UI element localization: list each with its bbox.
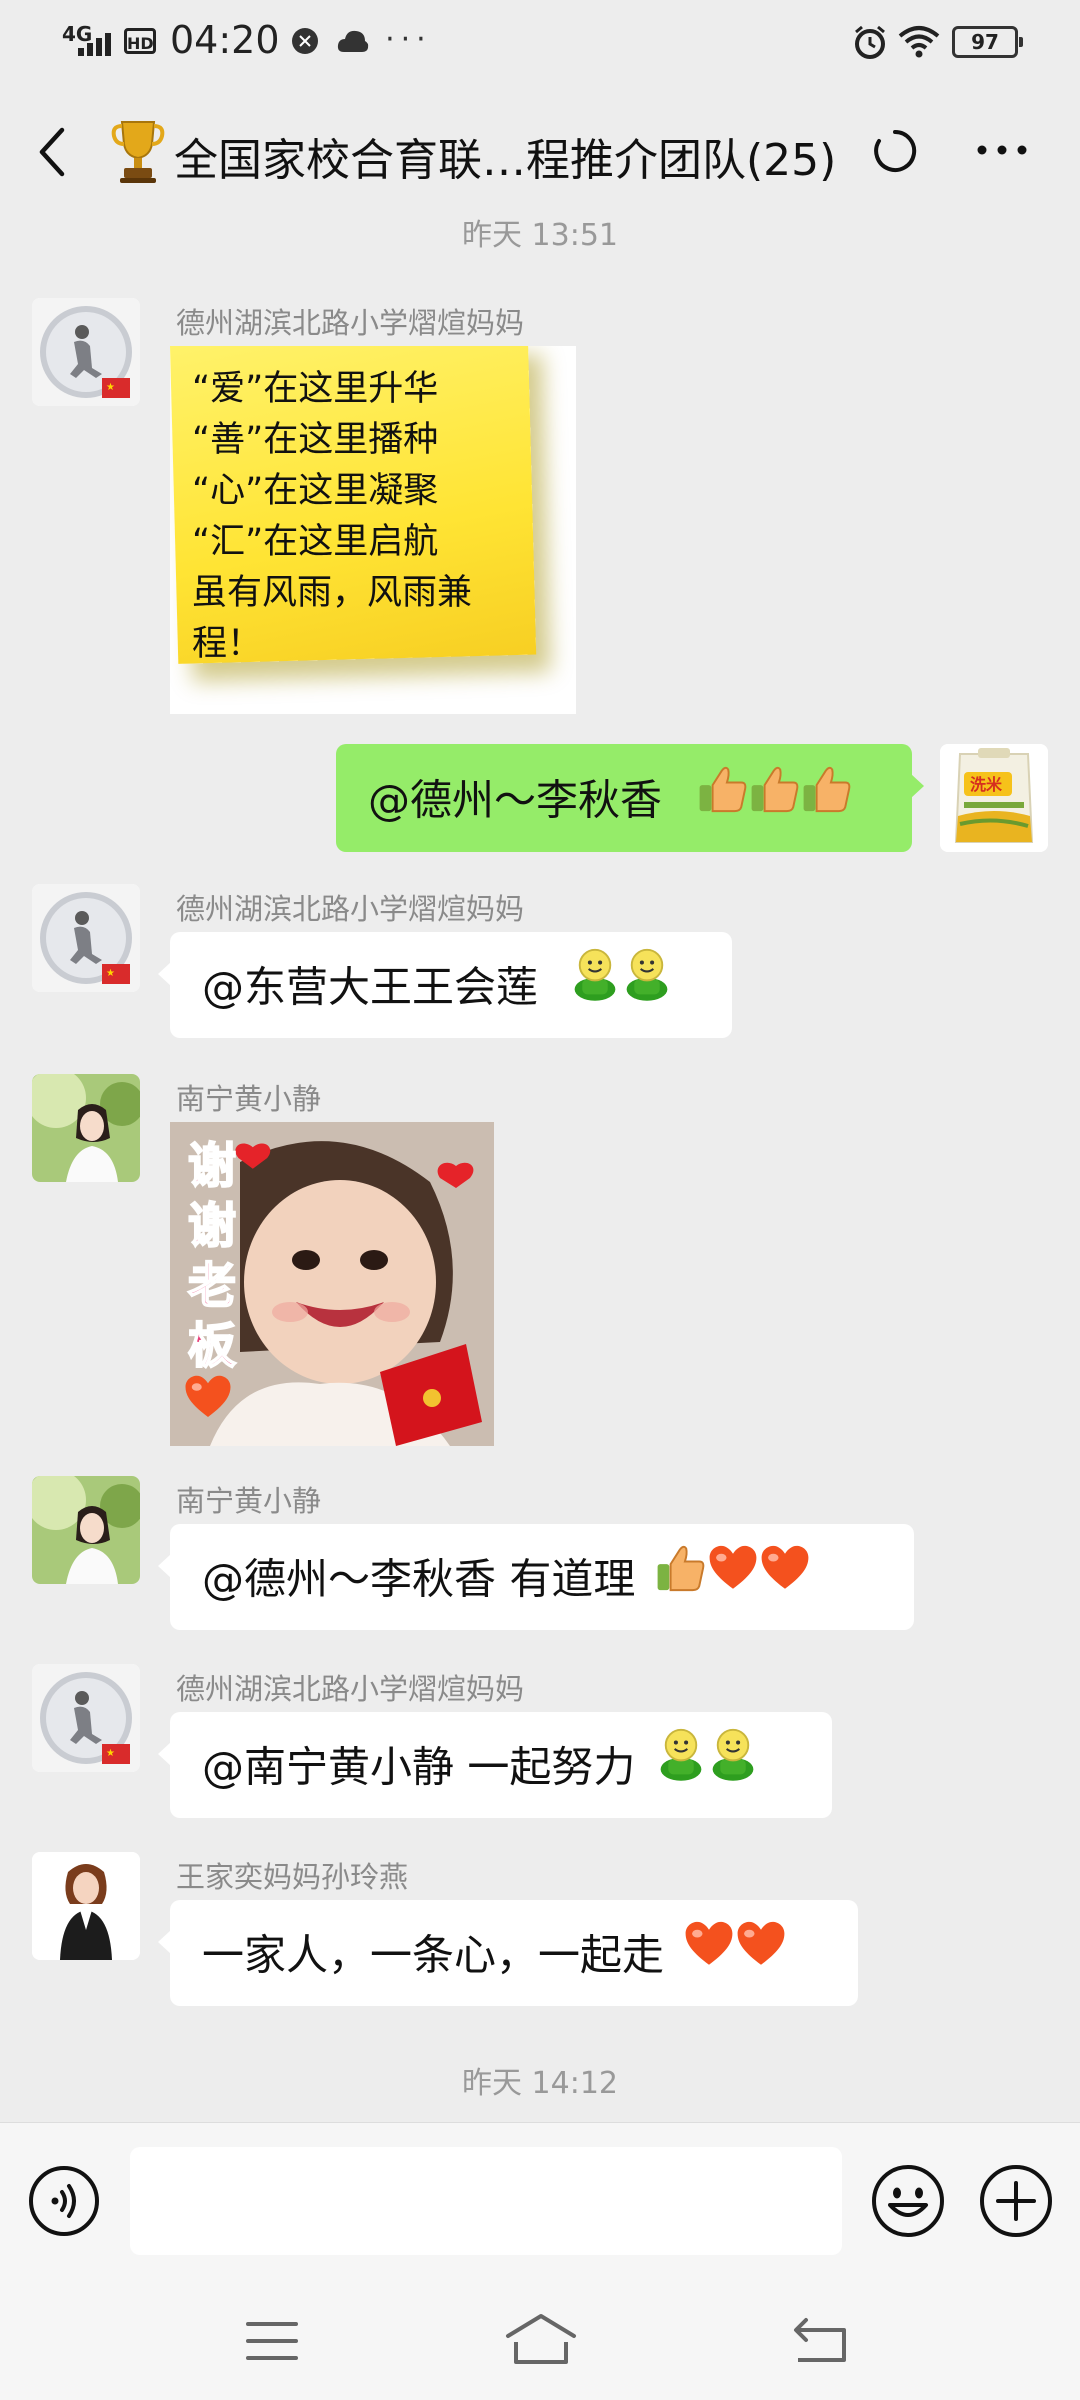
chevron-left-icon[interactable] bbox=[28, 122, 78, 182]
sender-name: 王家奕妈妈孙玲燕 bbox=[176, 1860, 409, 1894]
green-smiley-emojis bbox=[569, 935, 673, 1041]
sticker-char: 谢 bbox=[187, 1137, 237, 1195]
sticky-line: 虽有风雨，风雨兼 bbox=[192, 573, 473, 613]
svg-text:★: ★ bbox=[106, 1748, 115, 1759]
message-text: @东营大王王会莲 bbox=[202, 962, 539, 1012]
avatar[interactable]: ★ bbox=[32, 1664, 140, 1772]
avatar-image: ★ bbox=[32, 1664, 140, 1772]
system-nav-bar bbox=[0, 2282, 1080, 2400]
avatar[interactable] bbox=[32, 1852, 140, 1960]
menu-icon[interactable] bbox=[244, 2318, 300, 2364]
message-bubble-self[interactable]: @德州～李秋香 bbox=[336, 744, 924, 855]
thumbs-up-emojis bbox=[697, 747, 853, 855]
message-text: @南宁黄小静 一起努力 bbox=[202, 1742, 636, 1792]
message-bubble[interactable]: @德州～李秋香 有道理 bbox=[158, 1524, 914, 1633]
more-status-dots: ··· bbox=[385, 22, 432, 57]
back-arrow-icon[interactable] bbox=[792, 2314, 850, 2364]
sender-name: 南宁黄小静 bbox=[176, 1484, 322, 1518]
nfc-icon bbox=[292, 27, 318, 54]
avatar-image: ★ bbox=[32, 298, 140, 406]
sticky-note-text: “爱”在这里升华 “善”在这里播种 “心”在这里凝聚 “汇”在这里启航 虽有风雨… bbox=[192, 364, 472, 670]
cloud-icon bbox=[337, 30, 368, 52]
message-input-bar bbox=[0, 2122, 1080, 2283]
hd-badge: HD bbox=[124, 28, 156, 54]
message-input[interactable] bbox=[130, 2147, 842, 2255]
sticky-note-sticker[interactable]: “爱”在这里升华 “善”在这里播种 “心”在这里凝聚 “汇”在这里启航 虽有风雨… bbox=[170, 346, 576, 714]
message-bubble[interactable]: @南宁黄小静 一起努力 bbox=[158, 1712, 832, 1821]
avatar[interactable]: ★ bbox=[32, 298, 140, 406]
wifi-icon bbox=[898, 26, 940, 58]
page-title[interactable]: 全国家校合育联…程推介团队(25) bbox=[174, 124, 836, 188]
sticker-char: 谢 bbox=[187, 1197, 237, 1255]
message-text: @德州～李秋香 bbox=[368, 775, 663, 825]
more-dots-icon[interactable] bbox=[972, 130, 1032, 170]
timestamp: 昨天 13:51 bbox=[462, 218, 618, 253]
sticky-line: “善”在这里播种 bbox=[192, 420, 439, 460]
sticky-line: “爱”在这里升华 bbox=[192, 369, 439, 409]
sender-name: 南宁黄小静 bbox=[176, 1082, 322, 1116]
home-icon[interactable] bbox=[504, 2312, 578, 2366]
avatar-image: ★ bbox=[32, 884, 140, 992]
message-text: 一家人，一条心，一起走 bbox=[202, 1930, 665, 1980]
sender-name: 德州湖滨北路小学熠煊妈妈 bbox=[176, 306, 525, 340]
sticker-text: 谢 谢 老 板 bbox=[182, 1136, 242, 1376]
svg-text:★: ★ bbox=[106, 968, 115, 979]
chat-header: 全国家校合育联…程推介团队(25) bbox=[0, 80, 1080, 220]
avatar[interactable] bbox=[32, 1476, 140, 1584]
thumbs-and-hearts-emojis bbox=[655, 1527, 811, 1633]
avatar[interactable]: ★ bbox=[32, 884, 140, 992]
clock: 04:20 bbox=[170, 18, 280, 62]
smile-icon[interactable] bbox=[870, 2163, 946, 2239]
svg-text:★: ★ bbox=[106, 382, 115, 393]
message-bubble[interactable]: @东营大王王会莲 bbox=[158, 932, 732, 1041]
trophy-icon bbox=[111, 121, 165, 183]
message-text: @德州～李秋香 有道理 bbox=[202, 1554, 636, 1604]
avatar-self[interactable]: 洗米 bbox=[940, 744, 1048, 852]
sticky-line: “汇”在这里启航 bbox=[192, 522, 439, 562]
message-bubble[interactable]: 一家人，一条心，一起走 bbox=[158, 1900, 858, 2009]
sender-name: 德州湖滨北路小学熠煊妈妈 bbox=[176, 892, 525, 926]
sticker-char: 老 bbox=[187, 1257, 237, 1315]
thank-you-boss-sticker[interactable]: 谢 谢 老 板 bbox=[170, 1122, 494, 1446]
green-smiley-emojis bbox=[655, 1715, 759, 1821]
voice-icon[interactable] bbox=[28, 2165, 100, 2237]
heart-icon bbox=[180, 1372, 236, 1422]
sticker-char: 板 bbox=[187, 1317, 237, 1375]
timestamp: 昨天 14:12 bbox=[462, 2066, 618, 2101]
avatar[interactable] bbox=[32, 1074, 140, 1182]
signal-icon bbox=[78, 33, 111, 56]
sender-name: 德州湖滨北路小学熠煊妈妈 bbox=[176, 1672, 525, 1706]
sticky-line: 程！ bbox=[192, 624, 263, 664]
avatar-image bbox=[32, 1852, 140, 1960]
status-bar: 4G HD 04:20 ··· 97 bbox=[0, 0, 1080, 80]
svg-text:洗米: 洗米 bbox=[970, 775, 1003, 794]
plus-icon[interactable] bbox=[978, 2163, 1054, 2239]
loading-circle-icon bbox=[874, 129, 917, 172]
chat-message-list[interactable]: 昨天 13:51 ★ 德州湖滨北路小学熠煊妈妈 “爱”在这里升华 “善”在这里播… bbox=[0, 210, 1080, 2120]
avatar-image bbox=[32, 1476, 140, 1584]
battery-indicator: 97 bbox=[952, 26, 1023, 58]
status-extra-icons: ··· bbox=[290, 22, 432, 57]
rice-bag-avatar: 洗米 bbox=[940, 744, 1048, 852]
heart-emojis bbox=[683, 1903, 787, 2009]
alarm-icon bbox=[855, 25, 885, 59]
sticky-line: “心”在这里凝聚 bbox=[192, 471, 439, 511]
avatar-image bbox=[32, 1074, 140, 1182]
